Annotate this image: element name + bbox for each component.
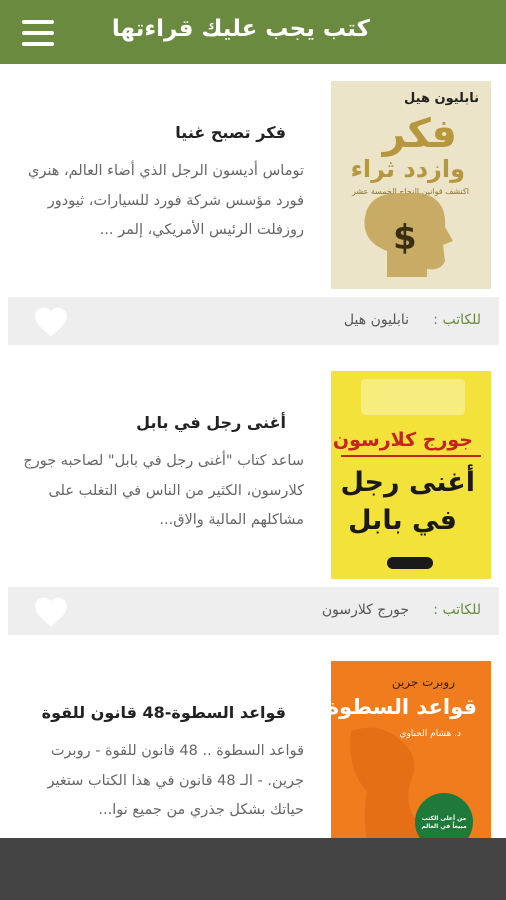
author-name[interactable]: نابليون هيل	[344, 312, 409, 328]
book-title[interactable]: أغنى رجل في بابل	[136, 413, 286, 432]
heart-icon[interactable]	[32, 593, 70, 629]
cover-title: أغنى رجل	[340, 467, 475, 498]
publisher-logo	[387, 557, 433, 569]
badge-text: من أعلى الكتب مبيعاً في العالم	[421, 815, 467, 830]
author-prefix: للكاتب :	[433, 602, 481, 618]
head-illustration: $	[364, 193, 453, 277]
book-cover[interactable]: جورج كلارسون أغنى رجل في بابل	[331, 371, 491, 579]
author-bar: للكاتب : نابليون هيل	[8, 297, 499, 345]
cover-banner	[361, 379, 465, 415]
author-prefix: للكاتب :	[433, 312, 481, 328]
cover-title: قواعد السطوة	[331, 695, 477, 719]
hamburger-menu-icon[interactable]	[22, 20, 58, 46]
app-bar: كتب يجب عليك قراءتها	[0, 0, 506, 64]
book-card[interactable]: روبرت جرين قواعد السطوة د. هشام الحناوي …	[0, 644, 506, 869]
book-card[interactable]: نابليون هيل فكر وازدد ثراء اكتشف قوانين …	[0, 64, 506, 354]
cover-subtitle: في بابل	[348, 505, 457, 536]
book-description: ساعد كتاب "أغنى رجل في بابل" لصاحبه جورج…	[23, 453, 304, 528]
book-description: توماس أديسون الرجل الذي أضاء العالم، هنر…	[27, 163, 304, 238]
book-title[interactable]: فكر تصبح غنيا	[175, 123, 286, 142]
page-title: كتب يجب عليك قراءتها	[111, 16, 370, 42]
heart-icon[interactable]	[32, 303, 70, 339]
bottom-bar	[0, 838, 506, 900]
cover-author: جورج كلارسون	[332, 429, 473, 451]
book-card[interactable]: جورج كلارسون أغنى رجل في بابل أغنى رجل ف…	[0, 354, 506, 644]
book-title[interactable]: قواعد السطوة-48 قانون للقوة	[42, 703, 286, 722]
cover-author: روبرت جرين	[391, 675, 455, 689]
book-description: قواعد السطوة .. 48 قانون للقوة - روبرت ج…	[47, 743, 304, 818]
author-name[interactable]: جورج كلارسون	[322, 602, 409, 618]
book-cover[interactable]: نابليون هيل فكر وازدد ثراء اكتشف قوانين …	[331, 81, 491, 289]
svg-text:$: $	[393, 218, 417, 258]
author-bar: للكاتب : جورج كلارسون	[8, 587, 499, 635]
cover-translator: د. هشام الحناوي	[399, 729, 461, 739]
cover-divider	[341, 455, 481, 457]
